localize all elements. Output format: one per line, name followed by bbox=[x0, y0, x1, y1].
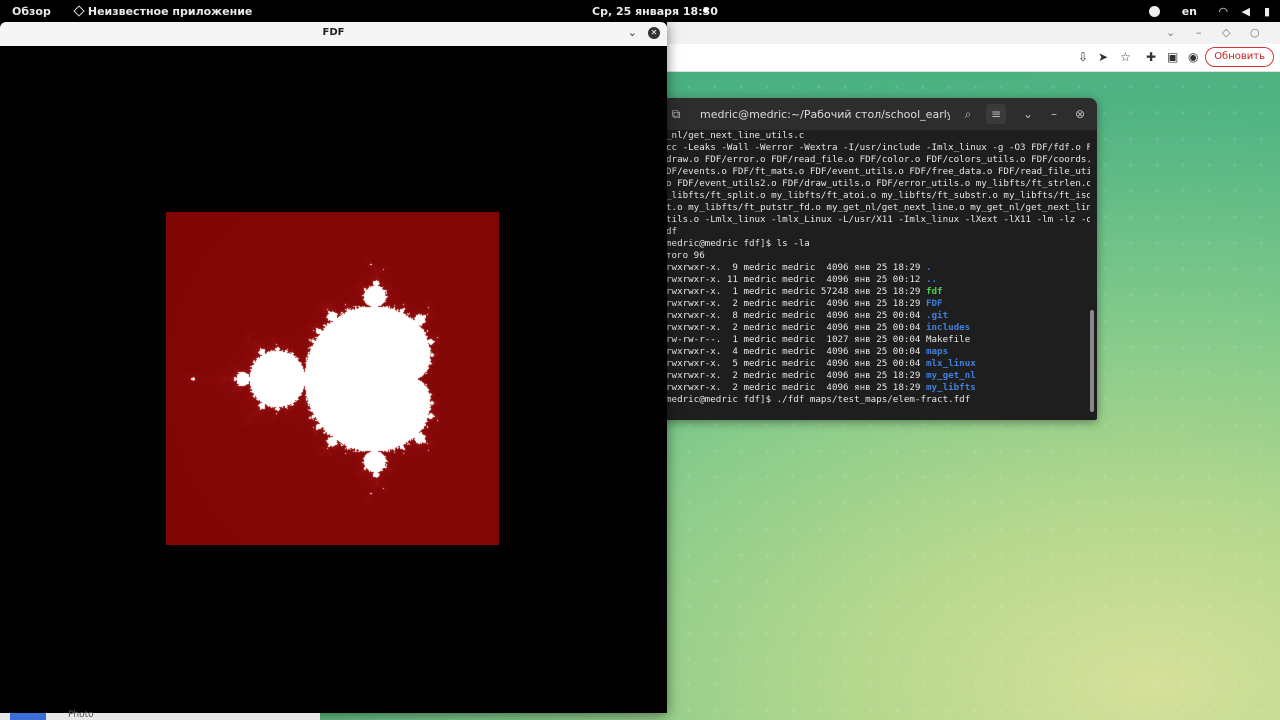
background-window-strip: Photo bbox=[0, 710, 320, 720]
ls-row: rw-rw-r--. 1 medric medric 1027 янв 25 0… bbox=[666, 334, 971, 345]
terminal-line: DF/events.o FDF/ft_mats.o FDF/event_util… bbox=[666, 166, 1090, 177]
app-menu-label: Неизвестное приложение bbox=[87, 4, 253, 18]
extensions-icon[interactable]: ✚ bbox=[1146, 50, 1156, 64]
new-tab-icon[interactable]: ⧉ bbox=[666, 104, 686, 124]
app-icon bbox=[73, 5, 85, 17]
terminal-title: medric@medric:~/Рабочий стол/school_earl… bbox=[700, 108, 950, 121]
terminal-output[interactable]: _nl/get_next_line_utils.c cc -Leaks -Wall… bbox=[666, 130, 1090, 418]
bookmark-star-icon[interactable]: ☆ bbox=[1120, 50, 1131, 64]
battery-icon[interactable]: ▮ bbox=[1264, 5, 1270, 18]
ls-row: rwxrwxr-x. 11 medric medric 4096 янв 25 … bbox=[666, 274, 938, 285]
activities-button[interactable]: Обзор bbox=[12, 5, 51, 18]
accessibility-icon[interactable] bbox=[1148, 5, 1160, 17]
update-button[interactable]: Обновить bbox=[1205, 47, 1274, 67]
chevron-down-icon[interactable]: ⌄ bbox=[628, 26, 637, 39]
maximize-icon[interactable]: ◇ bbox=[1222, 26, 1230, 39]
send-icon[interactable]: ➤ bbox=[1098, 50, 1108, 64]
terminal-line: df bbox=[666, 226, 678, 237]
profile-icon[interactable]: ◉ bbox=[1188, 50, 1198, 64]
hamburger-menu-icon[interactable]: ≡ bbox=[986, 104, 1006, 124]
terminal-prompt-line: medric@medric fdf]$ ./fdf maps/test_maps… bbox=[666, 394, 971, 405]
close-icon[interactable]: ✕ bbox=[648, 27, 660, 39]
terminal-line: medric@medric fdf]$ ls -la bbox=[666, 238, 810, 249]
notification-dot-icon bbox=[703, 8, 708, 13]
terminal-scrollbar[interactable] bbox=[1090, 310, 1094, 412]
ls-row: rwxrwxr-x. 2 medric medric 4096 янв 25 1… bbox=[666, 298, 943, 309]
ls-row: rwxrwxr-x. 5 medric medric 4096 янв 25 0… bbox=[666, 358, 976, 369]
ls-row: rwxrwxr-x. 2 medric medric 4096 янв 25 1… bbox=[666, 370, 976, 381]
ls-row: rwxrwxr-x. 1 medric medric 57248 янв 25 … bbox=[666, 286, 943, 297]
ls-row: rwxrwxr-x. 4 medric medric 4096 янв 25 0… bbox=[666, 346, 949, 357]
terminal-window[interactable]: ⧉ medric@medric:~/Рабочий стол/school_ea… bbox=[660, 98, 1097, 420]
keyboard-layout-indicator[interactable]: en bbox=[1182, 5, 1197, 18]
mandelbrot-fractal-canvas[interactable] bbox=[166, 212, 499, 545]
app-menu[interactable]: Неизвестное приложение bbox=[73, 4, 253, 18]
close-icon[interactable]: ○ bbox=[1250, 26, 1260, 39]
file-icon bbox=[10, 713, 46, 720]
terminal-line: tils.o -Lmlx_linux -lmlx_Linux -L/usr/X1… bbox=[666, 214, 1090, 225]
browser-window: ⌄ – ◇ ○ ⇩ ➤ ☆ ✚ ▣ ◉ Обновить bbox=[660, 22, 1280, 72]
terminal-line: o FDF/event_utils2.o FDF/draw_utils.o FD… bbox=[666, 178, 1090, 189]
chevron-down-icon[interactable]: ⌄ bbox=[1166, 26, 1175, 39]
terminal-line: draw.o FDF/error.o FDF/read_file.o FDF/c… bbox=[666, 154, 1090, 165]
ls-row: rwxrwxr-x. 9 medric medric 4096 янв 25 1… bbox=[666, 262, 932, 273]
close-icon[interactable]: ⊗ bbox=[1070, 104, 1090, 124]
ls-row: rwxrwxr-x. 2 medric medric 4096 янв 25 1… bbox=[666, 382, 976, 393]
fdf-titlebar[interactable]: FDF ⌄ ✕ bbox=[0, 22, 667, 46]
terminal-header[interactable]: ⧉ medric@medric:~/Рабочий стол/school_ea… bbox=[660, 98, 1097, 130]
terminal-line: cc -Leaks -Wall -Werror -Wextra -I/usr/i… bbox=[666, 142, 1090, 153]
background-window-label: Photo bbox=[68, 710, 94, 720]
system-tray[interactable]: en ◠ ◀ ▮ bbox=[1148, 5, 1270, 18]
browser-tab-strip: ⌄ – ◇ ○ bbox=[660, 22, 1280, 44]
terminal-line: _libfts/ft_split.o my_libfts/ft_atoi.o m… bbox=[666, 190, 1090, 201]
volume-icon[interactable]: ◀ bbox=[1241, 5, 1249, 18]
fdf-window-title: FDF bbox=[322, 27, 345, 38]
terminal-line: _nl/get_next_line_utils.c bbox=[666, 130, 805, 141]
chevron-down-icon[interactable]: ⌄ bbox=[1018, 104, 1038, 124]
sidebar-icon[interactable]: ▣ bbox=[1167, 50, 1178, 64]
ls-row: rwxrwxr-x. 2 medric medric 4096 янв 25 0… bbox=[666, 322, 971, 333]
browser-toolbar: ⇩ ➤ ☆ ✚ ▣ ◉ Обновить bbox=[660, 44, 1280, 72]
minimize-icon[interactable]: – bbox=[1044, 104, 1064, 124]
ls-row: rwxrwxr-x. 8 medric medric 4096 янв 25 0… bbox=[666, 310, 949, 321]
clock[interactable]: Ср, 25 января 18:30 bbox=[592, 5, 718, 18]
minimize-icon[interactable]: – bbox=[1196, 26, 1202, 39]
search-icon[interactable]: ⌕ bbox=[958, 104, 978, 124]
fdf-window[interactable]: FDF ⌄ ✕ bbox=[0, 22, 667, 713]
terminal-line: того 96 bbox=[666, 250, 705, 261]
install-icon[interactable]: ⇩ bbox=[1078, 50, 1088, 64]
top-bar: Обзор Неизвестное приложение Ср, 25 янва… bbox=[0, 0, 1280, 22]
wifi-icon[interactable]: ◠ bbox=[1219, 5, 1227, 18]
terminal-line: t.o my_libfts/ft_putstr_fd.o my_get_nl/g… bbox=[666, 202, 1090, 213]
